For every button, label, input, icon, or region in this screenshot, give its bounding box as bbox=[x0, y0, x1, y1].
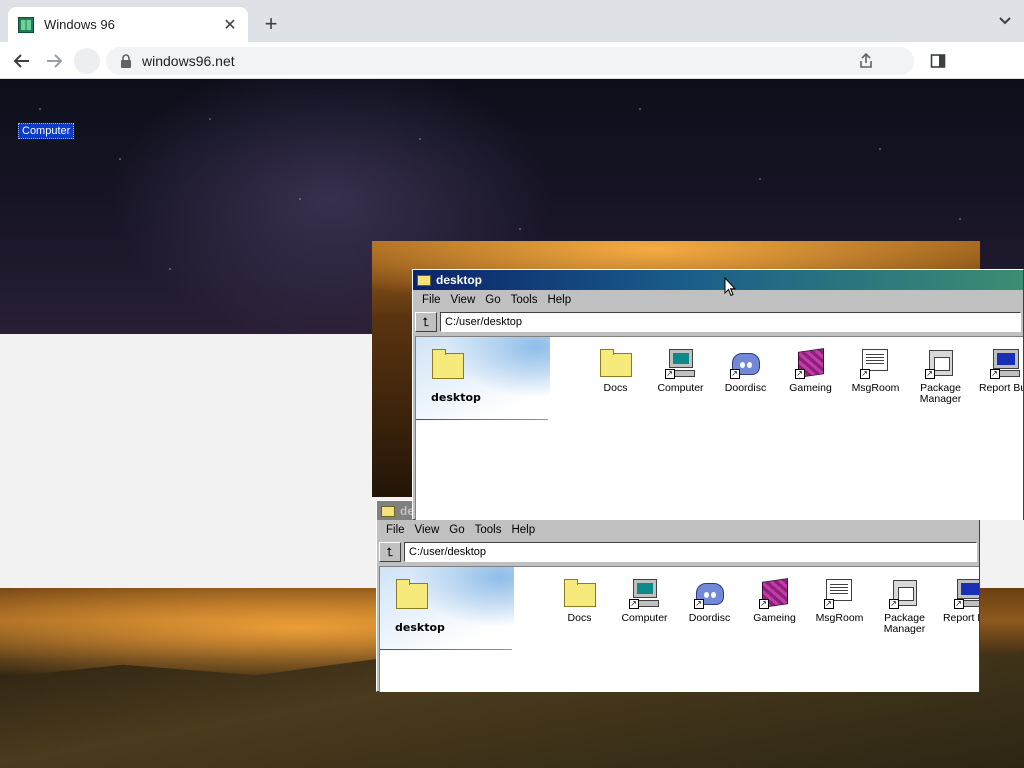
file-label: Docs bbox=[603, 382, 628, 394]
browser-tabstrip: Windows 96 ✕ + bbox=[0, 0, 1024, 42]
file-label: Report Bug bbox=[978, 382, 1023, 394]
menu-help[interactable]: Help bbox=[506, 524, 540, 536]
menu-help[interactable]: Help bbox=[542, 294, 576, 306]
folder-icon bbox=[417, 274, 431, 286]
menubar: File View Go Tools Help bbox=[413, 290, 1023, 310]
file-label: MsgRoom bbox=[851, 382, 900, 394]
file-label: Report Bug bbox=[942, 612, 979, 624]
windows96-favicon-icon bbox=[18, 16, 34, 33]
web-page: Computer de File View Go Tools Help ⮤ C:… bbox=[0, 79, 1024, 768]
bug-report-icon bbox=[956, 579, 979, 599]
file-label: Doordisc bbox=[724, 382, 767, 394]
menu-tools[interactable]: Tools bbox=[506, 294, 543, 306]
up-folder-button[interactable]: ⮤ bbox=[415, 312, 437, 332]
folder-content: desktop Docs ↗ Computer ↗ Doordisc ↗ Gam… bbox=[415, 336, 1023, 520]
file-label: Package Manager bbox=[919, 382, 962, 405]
browser-tab[interactable]: Windows 96 ✕ bbox=[8, 7, 248, 42]
back-arrow-icon bbox=[13, 54, 29, 68]
file-item[interactable]: ↗ MsgRoom bbox=[807, 577, 872, 635]
file-label: Computer bbox=[621, 612, 668, 624]
file-item[interactable]: ↗ Package Manager bbox=[908, 347, 973, 405]
new-tab-button[interactable]: + bbox=[258, 11, 284, 37]
computer-icon bbox=[632, 579, 657, 598]
file-item[interactable]: ↗ Gameing bbox=[742, 577, 807, 635]
file-item[interactable]: ↗ Package Manager bbox=[872, 577, 937, 635]
file-item[interactable]: ↗ Computer bbox=[648, 347, 713, 405]
side-panel-divider bbox=[416, 419, 548, 420]
folder-icon bbox=[563, 579, 596, 607]
menu-view[interactable]: View bbox=[410, 524, 445, 536]
bug-report-icon bbox=[992, 349, 1019, 369]
address-row: ⮤ C:/user/desktop bbox=[377, 540, 979, 564]
message-icon bbox=[861, 349, 888, 371]
share-icon[interactable] bbox=[858, 53, 874, 69]
reload-button[interactable] bbox=[74, 48, 100, 74]
lock-icon bbox=[121, 54, 131, 68]
up-folder-button[interactable]: ⮤ bbox=[379, 542, 401, 562]
file-label: Computer bbox=[657, 382, 704, 394]
file-label: Package Manager bbox=[883, 612, 926, 635]
large-folder-icon bbox=[432, 349, 464, 379]
large-folder-icon bbox=[396, 579, 428, 609]
window-title: desktop bbox=[436, 273, 483, 287]
file-item[interactable]: ↗ Doordisc bbox=[713, 347, 778, 405]
explorer-window-front[interactable]: desktop File View Go Tools Help ⮤ C:/use… bbox=[412, 269, 1024, 520]
menu-view[interactable]: View bbox=[446, 294, 481, 306]
forward-arrow-icon bbox=[47, 54, 63, 68]
file-item[interactable]: Docs bbox=[547, 577, 612, 635]
icon-grid: Docs ↗ Computer ↗ Doordisc ↗ Gameing ↗ M… bbox=[547, 577, 979, 635]
browser-toolbar: windows96.net bbox=[0, 42, 1024, 79]
icon-grid: Docs ↗ Computer ↗ Doordisc ↗ Gameing ↗ M… bbox=[583, 347, 1023, 405]
menu-file[interactable]: File bbox=[417, 294, 446, 306]
path-input[interactable]: C:/user/desktop bbox=[440, 312, 1021, 332]
url-text: windows96.net bbox=[142, 53, 235, 69]
menu-go[interactable]: Go bbox=[480, 294, 505, 306]
path-input[interactable]: C:/user/desktop bbox=[404, 542, 977, 562]
folder-icon bbox=[599, 349, 632, 377]
address-row: ⮤ C:/user/desktop bbox=[413, 310, 1023, 334]
file-label: Doordisc bbox=[688, 612, 731, 624]
side-panel-title: desktop bbox=[395, 621, 445, 634]
desktop-icon-computer-label[interactable]: Computer bbox=[18, 123, 75, 139]
tab-close-icon[interactable]: ✕ bbox=[222, 15, 238, 35]
back-button[interactable] bbox=[10, 49, 34, 73]
forward-button[interactable] bbox=[42, 49, 66, 73]
explorer-titlebar[interactable]: desktop bbox=[413, 270, 1023, 290]
file-item[interactable]: ↗ MsgRoom bbox=[843, 347, 908, 405]
file-item[interactable]: ↗ Report Bug bbox=[937, 577, 979, 635]
file-item[interactable]: ↗ Gameing bbox=[778, 347, 843, 405]
file-item[interactable]: ↗ Report Bug bbox=[973, 347, 1023, 405]
side-panel-divider bbox=[380, 649, 512, 650]
folder-content: desktop Docs ↗ Computer ↗ Doordisc ↗ Gam… bbox=[379, 566, 979, 692]
explorer-window-back-body: File View Go Tools Help ⮤ C:/user/deskto… bbox=[376, 520, 980, 692]
tab-title: Windows 96 bbox=[44, 17, 115, 32]
file-item[interactable]: ↗ Doordisc bbox=[677, 577, 742, 635]
side-panel-title: desktop bbox=[431, 391, 481, 404]
file-item[interactable]: Docs bbox=[583, 347, 648, 405]
menu-file[interactable]: File bbox=[381, 524, 410, 536]
computer-icon bbox=[668, 349, 693, 368]
file-label: Gameing bbox=[789, 382, 832, 394]
address-bar[interactable]: windows96.net bbox=[106, 47, 914, 75]
file-label: MsgRoom bbox=[815, 612, 864, 624]
side-panel: desktop bbox=[380, 567, 514, 651]
file-label: Gameing bbox=[753, 612, 796, 624]
menu-go[interactable]: Go bbox=[444, 524, 469, 536]
message-icon bbox=[825, 579, 852, 601]
mouse-cursor-icon bbox=[724, 277, 736, 297]
side-panel: desktop bbox=[416, 337, 550, 421]
chevron-down-icon[interactable] bbox=[998, 14, 1012, 28]
menu-tools[interactable]: Tools bbox=[470, 524, 507, 536]
file-item[interactable]: ↗ Computer bbox=[612, 577, 677, 635]
file-label: Docs bbox=[567, 612, 592, 624]
side-panel-icon[interactable] bbox=[930, 53, 946, 69]
menubar: File View Go Tools Help bbox=[377, 520, 979, 540]
